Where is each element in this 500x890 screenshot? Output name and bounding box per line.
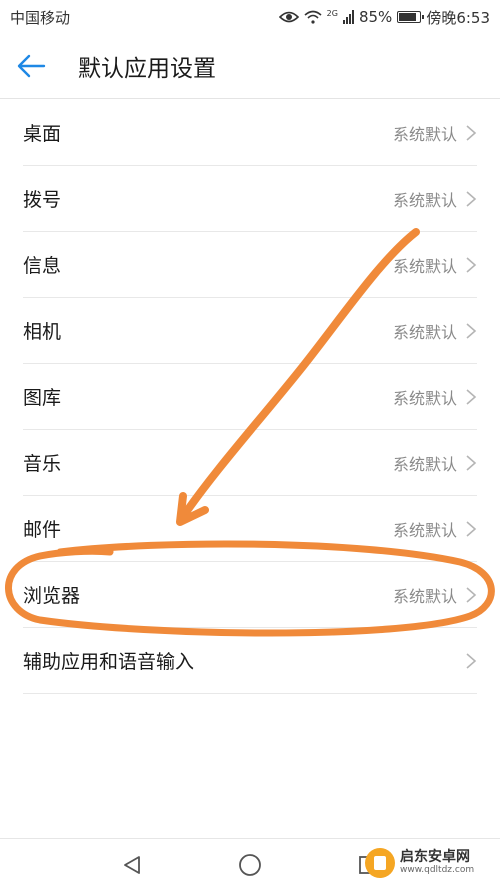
chevron-right-icon [466,388,477,405]
chevron-right-icon [466,190,477,207]
chevron-right-icon [466,322,477,339]
chevron-right-icon [466,256,477,273]
settings-item-label: 音乐 [23,453,62,475]
settings-item-label: 桌面 [23,123,62,145]
settings-item-messages[interactable]: 信息 系统默认 [23,232,477,298]
settings-item-value: 系统默认 [392,322,457,342]
settings-item-value: 系统默认 [392,454,457,474]
back-triangle-icon [124,855,140,874]
home-circle-icon [239,853,261,876]
battery-fill [399,13,416,21]
settings-item-label: 浏览器 [23,585,81,607]
settings-item-label: 信息 [23,255,62,277]
settings-list: 桌面 系统默认 拨号 系统默认 信息 系统默认 相机 系统默认 图库 系统默认 [23,100,477,694]
signal-icon [342,10,354,24]
settings-item-right: 系统默认 [393,451,477,475]
back-button[interactable] [0,34,62,98]
battery-icon [397,11,425,23]
settings-item-right: 系统默认 [393,187,477,211]
settings-item-desktop[interactable]: 桌面 系统默认 [23,100,477,166]
settings-item-value: 系统默认 [392,124,457,144]
settings-item-right: 系统默认 [393,319,477,343]
chevron-right-icon [466,124,477,141]
settings-item-right: 系统默认 [393,385,477,409]
eye-icon [278,11,299,23]
settings-item-value: 系统默认 [392,586,457,606]
settings-item-right [457,652,477,670]
settings-item-label: 相机 [23,321,62,343]
battery-percent: 85% [358,8,393,26]
settings-item-camera[interactable]: 相机 系统默认 [23,298,477,364]
settings-item-value: 系统默认 [392,520,457,540]
status-icons: 2G 85% 傍晚6:53 [278,7,490,28]
settings-item-value: 系统默认 [392,256,457,276]
settings-item-gallery[interactable]: 图库 系统默认 [23,364,477,430]
settings-item-assistant-voice-input[interactable]: 辅助应用和语音输入 [23,628,477,694]
settings-item-right: 系统默认 [393,517,477,541]
network-type: 2G [327,8,338,26]
watermark-text: 启东安卓网 www.qdltdz.com [400,849,475,875]
page-title: 默认应用设置 [78,56,216,82]
settings-item-right: 系统默认 [393,121,477,145]
settings-item-label: 拨号 [23,189,62,211]
chevron-right-icon [466,520,477,537]
settings-item-browser[interactable]: 浏览器 系统默认 [23,562,477,628]
watermark-url: www.qdltdz.com [400,864,475,875]
settings-item-right: 系统默认 [393,583,477,607]
network-label: 2G [326,9,338,18]
wifi-icon [304,10,322,24]
watermark: 启东安卓网 www.qdltdz.com [365,848,474,878]
status-bar: 中国移动 2G 85% 傍晚6:53 [0,0,500,34]
carrier-label: 中国移动 [10,8,71,27]
nav-back-button[interactable] [117,850,147,880]
watermark-title: 启东安卓网 [400,849,470,866]
nav-home-button[interactable] [235,850,265,880]
settings-item-dialer[interactable]: 拨号 系统默认 [23,166,477,232]
back-arrow-icon [17,54,46,78]
title-bar: 默认应用设置 [0,34,500,99]
watermark-logo-icon [365,848,395,878]
settings-item-label: 图库 [23,387,62,409]
settings-item-value: 系统默认 [392,190,457,210]
settings-item-right: 系统默认 [393,253,477,277]
settings-item-value: 系统默认 [392,388,457,408]
chevron-right-icon [466,652,477,669]
settings-item-music[interactable]: 音乐 系统默认 [23,430,477,496]
settings-item-mail[interactable]: 邮件 系统默认 [23,496,477,562]
settings-item-label: 辅助应用和语音输入 [23,651,195,673]
settings-item-label: 邮件 [23,519,62,541]
chevron-right-icon [466,586,477,603]
chevron-right-icon [466,454,477,471]
clock: 傍晚6:53 [426,8,490,27]
